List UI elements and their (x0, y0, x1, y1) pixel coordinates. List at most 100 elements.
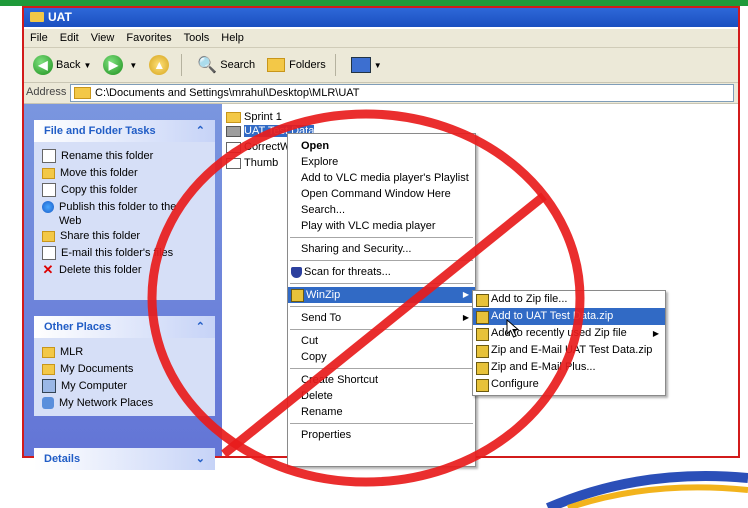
back-label: Back (56, 59, 81, 71)
search-label: Search (220, 59, 256, 71)
folder-icon (226, 125, 241, 137)
task-copy[interactable]: Copy this folder (34, 182, 215, 199)
forward-button[interactable]: ▶ ▼ (100, 52, 140, 78)
task-publish-line2[interactable]: Web (34, 216, 215, 228)
ctx-scan[interactable]: Scan for threats... (288, 264, 475, 280)
decorative-swoosh (567, 484, 748, 508)
collapse-chevron-icon[interactable]: ⌃ (196, 120, 205, 142)
menu-separator (290, 237, 473, 238)
places-header[interactable]: Other Places ⌃ (34, 316, 215, 338)
forward-arrow-icon: ▶ (103, 55, 124, 75)
place-my-documents[interactable]: My Documents (34, 361, 215, 378)
zip-email-uat[interactable]: Zip and E-Mail UAT Test Data.zip (473, 342, 665, 359)
task-move[interactable]: Move this folder (34, 165, 215, 182)
folders-icon (267, 58, 286, 72)
winzip-icon (291, 288, 304, 302)
collapse-chevron-icon[interactable]: ⌃ (196, 316, 205, 338)
delete-icon: ✕ (42, 262, 54, 278)
shield-icon (291, 266, 302, 278)
details-header[interactable]: Details ⌄ (34, 448, 215, 470)
menu-separator (290, 260, 473, 261)
ctx-delete[interactable]: Delete (288, 388, 475, 404)
share-icon (42, 230, 55, 242)
menu-help[interactable]: Help (215, 29, 250, 47)
place-network[interactable]: My Network Places (34, 395, 215, 412)
zip-add-recent[interactable]: Add to recently used Zip file ▶ (473, 325, 665, 342)
submenu-arrow-icon: ▶ (462, 313, 469, 322)
menu-edit[interactable]: Edit (54, 29, 85, 47)
documents-icon (42, 363, 55, 375)
ctx-open[interactable]: Open (288, 138, 475, 154)
folder-icon (74, 87, 91, 99)
task-rename[interactable]: Rename this folder (34, 148, 215, 165)
expand-chevron-icon[interactable]: ⌄ (196, 448, 205, 470)
other-places-panel: Other Places ⌃ MLR My Documents My Comput… (34, 316, 215, 416)
ctx-copy[interactable]: Copy (288, 349, 475, 365)
menu-file[interactable]: File (24, 29, 54, 47)
folder-icon (226, 111, 241, 123)
task-publish[interactable]: Publish this folder to the (34, 199, 215, 216)
winzip-icon (476, 328, 489, 341)
zip-configure[interactable]: Configure (473, 376, 665, 393)
search-button[interactable]: 🔍 Search (194, 52, 258, 78)
ctx-create-shortcut[interactable]: Create Shortcut (288, 372, 475, 388)
winzip-icon (476, 345, 489, 358)
decorative-swoosh (546, 471, 748, 508)
up-button[interactable]: ▲ (146, 52, 175, 78)
ctx-cut[interactable]: Cut (288, 333, 475, 349)
submenu-arrow-icon: ▶ (652, 329, 659, 338)
winzip-submenu: Add to Zip file... Add to UAT Test Data.… (472, 290, 666, 396)
menu-bar: File Edit View Favorites Tools Help (24, 29, 738, 48)
task-delete[interactable]: ✕ Delete this folder (34, 262, 215, 279)
file-item-thumbs[interactable]: Thumb (226, 156, 278, 170)
zip-email-plus[interactable]: Zip and E-Mail Plus... (473, 359, 665, 376)
ctx-properties[interactable]: Properties (288, 427, 475, 443)
toolbar-separator (181, 54, 183, 76)
place-mlr[interactable]: MLR (34, 344, 215, 361)
back-arrow-icon: ◀ (33, 55, 53, 75)
ctx-explore[interactable]: Explore (288, 154, 475, 170)
ctx-search[interactable]: Search... (288, 202, 475, 218)
zip-add-to-zip[interactable]: Add to Zip file... (473, 291, 665, 308)
ctx-send-to[interactable]: Send To ▶ (288, 310, 475, 326)
menu-separator (290, 283, 473, 284)
file-item-correctw[interactable]: CorrectW (226, 140, 290, 154)
copy-icon (42, 183, 56, 198)
folders-label: Folders (289, 59, 326, 71)
ctx-winzip[interactable]: WinZip ▶ (288, 287, 475, 303)
menu-view[interactable]: View (85, 29, 121, 47)
email-icon (42, 246, 56, 261)
ctx-sharing[interactable]: Sharing and Security... (288, 241, 475, 257)
address-bar: Address C:\Documents and Settings\mrahul… (24, 83, 738, 104)
ctx-vlc-play[interactable]: Play with VLC media player (288, 218, 475, 234)
file-item-sprint-1[interactable]: Sprint 1 (226, 110, 282, 124)
title-bar[interactable]: UAT (24, 8, 738, 27)
views-button[interactable]: ▼ (348, 52, 385, 78)
folder-icon (42, 346, 55, 358)
menu-separator (290, 368, 473, 369)
back-button[interactable]: ◀ Back ▼ (30, 52, 94, 78)
menu-separator (290, 306, 473, 307)
menu-tools[interactable]: Tools (178, 29, 216, 47)
menu-separator (290, 329, 473, 330)
tasks-title: File and Folder Tasks (44, 125, 156, 137)
task-share[interactable]: Share this folder (34, 228, 215, 245)
toolbar-separator (334, 54, 336, 76)
address-path: C:\Documents and Settings\mrahul\Desktop… (95, 87, 360, 99)
submenu-arrow-icon: ▶ (462, 290, 469, 299)
tasks-header[interactable]: File and Folder Tasks ⌃ (34, 120, 215, 142)
task-email[interactable]: E-mail this folder's files (34, 245, 215, 262)
ctx-rename[interactable]: Rename (288, 404, 475, 420)
ctx-command-window[interactable]: Open Command Window Here (288, 186, 475, 202)
places-title: Other Places (44, 321, 112, 333)
menu-favorites[interactable]: Favorites (120, 29, 177, 47)
folders-button[interactable]: Folders (264, 52, 329, 78)
folder-icon (30, 12, 44, 22)
ctx-vlc-playlist[interactable]: Add to VLC media player's Playlist (288, 170, 475, 186)
views-icon (350, 57, 371, 73)
address-input[interactable]: C:\Documents and Settings\mrahul\Desktop… (70, 84, 734, 102)
zip-add-to-uat[interactable]: Add to UAT Test Data.zip (473, 308, 665, 325)
task-pane: File and Folder Tasks ⌃ Rename this folde… (24, 104, 222, 470)
file-folder-tasks-panel: File and Folder Tasks ⌃ Rename this folde… (34, 120, 215, 300)
place-my-computer[interactable]: My Computer (34, 378, 215, 395)
